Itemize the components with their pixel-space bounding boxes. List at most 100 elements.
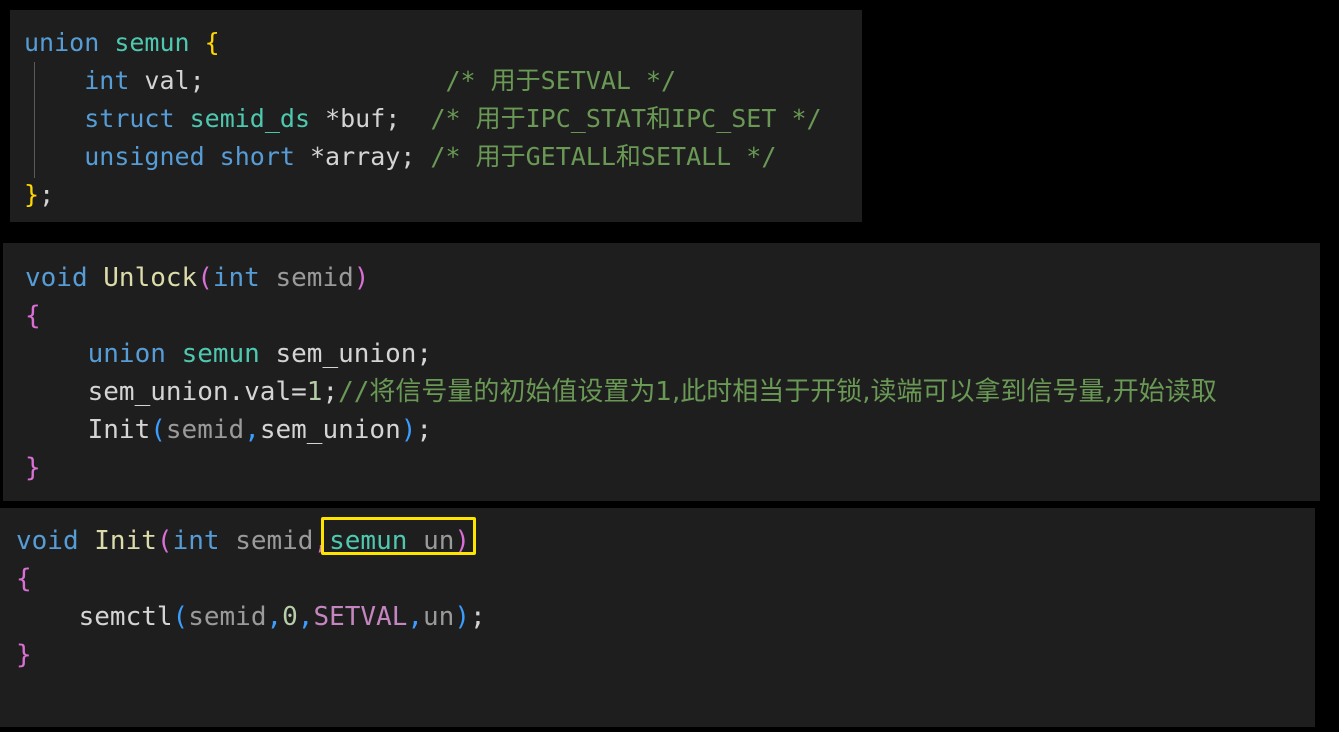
code-token: Init	[87, 415, 151, 445]
code-line[interactable]: unsigned short *array; /* 用于GETALL和SETAL…	[10, 138, 862, 176]
code-token: Init	[94, 526, 157, 556]
code-token: 用于	[475, 104, 526, 133]
code-token: IPC_SET */	[671, 104, 822, 133]
code-token: }	[24, 180, 40, 209]
code-line[interactable]: union semun sem_union;	[3, 335, 1320, 373]
code-token: semun	[114, 28, 190, 57]
code-token: 用于	[475, 142, 526, 171]
code-token: void	[25, 263, 88, 293]
code-token: (	[150, 415, 166, 445]
code-token: ;	[39, 180, 55, 209]
code-line[interactable]: {	[3, 297, 1320, 335]
code-token: semid	[235, 526, 314, 556]
code-token: void	[16, 526, 79, 556]
code-token: SETALL */	[640, 142, 777, 171]
code-token: *buf;	[310, 104, 401, 133]
code-line[interactable]: semctl(semid,0,SETVAL,un);	[0, 598, 1315, 636]
code-token: {	[204, 28, 220, 57]
code-token: ;	[470, 602, 486, 632]
code-line[interactable]: }	[3, 449, 1320, 487]
code-token: struct	[84, 104, 175, 133]
code-line[interactable]: int val; /* 用于SETVAL */	[10, 62, 862, 100]
code-token: 此时相当于开锁,读端可以拿到信号量,开始读取	[680, 377, 1217, 407]
code-token: ;	[416, 415, 433, 445]
code-token: ,	[244, 415, 260, 445]
code-token: semun	[329, 526, 408, 556]
code-token: }	[25, 453, 41, 483]
code-token: }	[16, 640, 32, 670]
code-line[interactable]: struct semid_ds *buf; /* 用于IPC_STAT和IPC_…	[10, 100, 862, 138]
code-line[interactable]: };	[10, 176, 862, 214]
code-token: ,	[313, 526, 330, 556]
code-line[interactable]: void Init(int semid,semun un)	[0, 522, 1315, 560]
code-token: )	[400, 415, 417, 445]
code-token: /*	[445, 66, 491, 95]
code-block-init-function[interactable]: void Init(int semid,semun un){ semctl(se…	[0, 508, 1315, 727]
code-token: int	[84, 66, 130, 95]
code-token: ;	[322, 377, 339, 407]
code-token: SETVAL */	[540, 66, 677, 95]
code-token: 和	[615, 142, 641, 171]
code-token: )	[454, 526, 471, 556]
code-line[interactable]: sem_union.val=1;//将信号量的初始值设置为1,此时相当于开锁,读…	[3, 373, 1320, 411]
code-token: sem_union.val=	[87, 377, 307, 407]
code-token: ,	[407, 602, 424, 632]
code-token: semid_ds	[189, 104, 311, 133]
code-token: val;	[129, 66, 205, 95]
code-block-unlock-function[interactable]: void Unlock(int semid){ union semun sem_…	[3, 243, 1320, 501]
code-token: 用于	[490, 66, 541, 95]
code-token: 1	[306, 377, 323, 407]
code-token: SETVAL	[313, 602, 408, 632]
code-token: 0	[282, 602, 298, 632]
code-token: int	[172, 526, 220, 556]
code-line[interactable]: union semun {	[10, 24, 862, 62]
code-token: {	[25, 301, 41, 331]
code-token: /*	[430, 104, 476, 133]
code-token: (	[156, 526, 173, 556]
code-token: semid	[275, 263, 354, 293]
code-token: Unlock	[103, 263, 198, 293]
code-line[interactable]: {	[0, 560, 1315, 598]
code-token: semun	[181, 339, 260, 369]
code-token: ,	[266, 602, 283, 632]
code-block-union-semun[interactable]: union semun { int val; /* 用于SETVAL */ st…	[10, 10, 862, 222]
code-token: )	[353, 263, 370, 293]
code-token: unsigned short	[84, 142, 295, 171]
code-line[interactable]: void Unlock(int semid)	[3, 259, 1320, 297]
code-line[interactable]: Init(semid,sem_union);	[3, 411, 1320, 449]
code-token: /*	[430, 142, 476, 171]
code-token: union	[24, 28, 100, 57]
code-token: {	[16, 564, 32, 594]
code-token: int	[212, 263, 260, 293]
code-token: union	[87, 339, 166, 369]
code-token: semid	[165, 415, 245, 445]
code-token: un	[423, 602, 455, 632]
code-token: semid	[188, 602, 267, 632]
code-token: GETALL	[525, 142, 616, 171]
code-token: semctl	[78, 602, 173, 632]
code-token: (	[172, 602, 189, 632]
code-token: un	[423, 526, 455, 556]
screenshot-root: union semun { int val; /* 用于SETVAL */ st…	[0, 0, 1339, 732]
code-token: sem_union;	[259, 339, 433, 369]
code-token: IPC_STAT	[525, 104, 647, 133]
code-token: 1,	[655, 377, 681, 407]
code-line[interactable]: }	[0, 636, 1315, 674]
